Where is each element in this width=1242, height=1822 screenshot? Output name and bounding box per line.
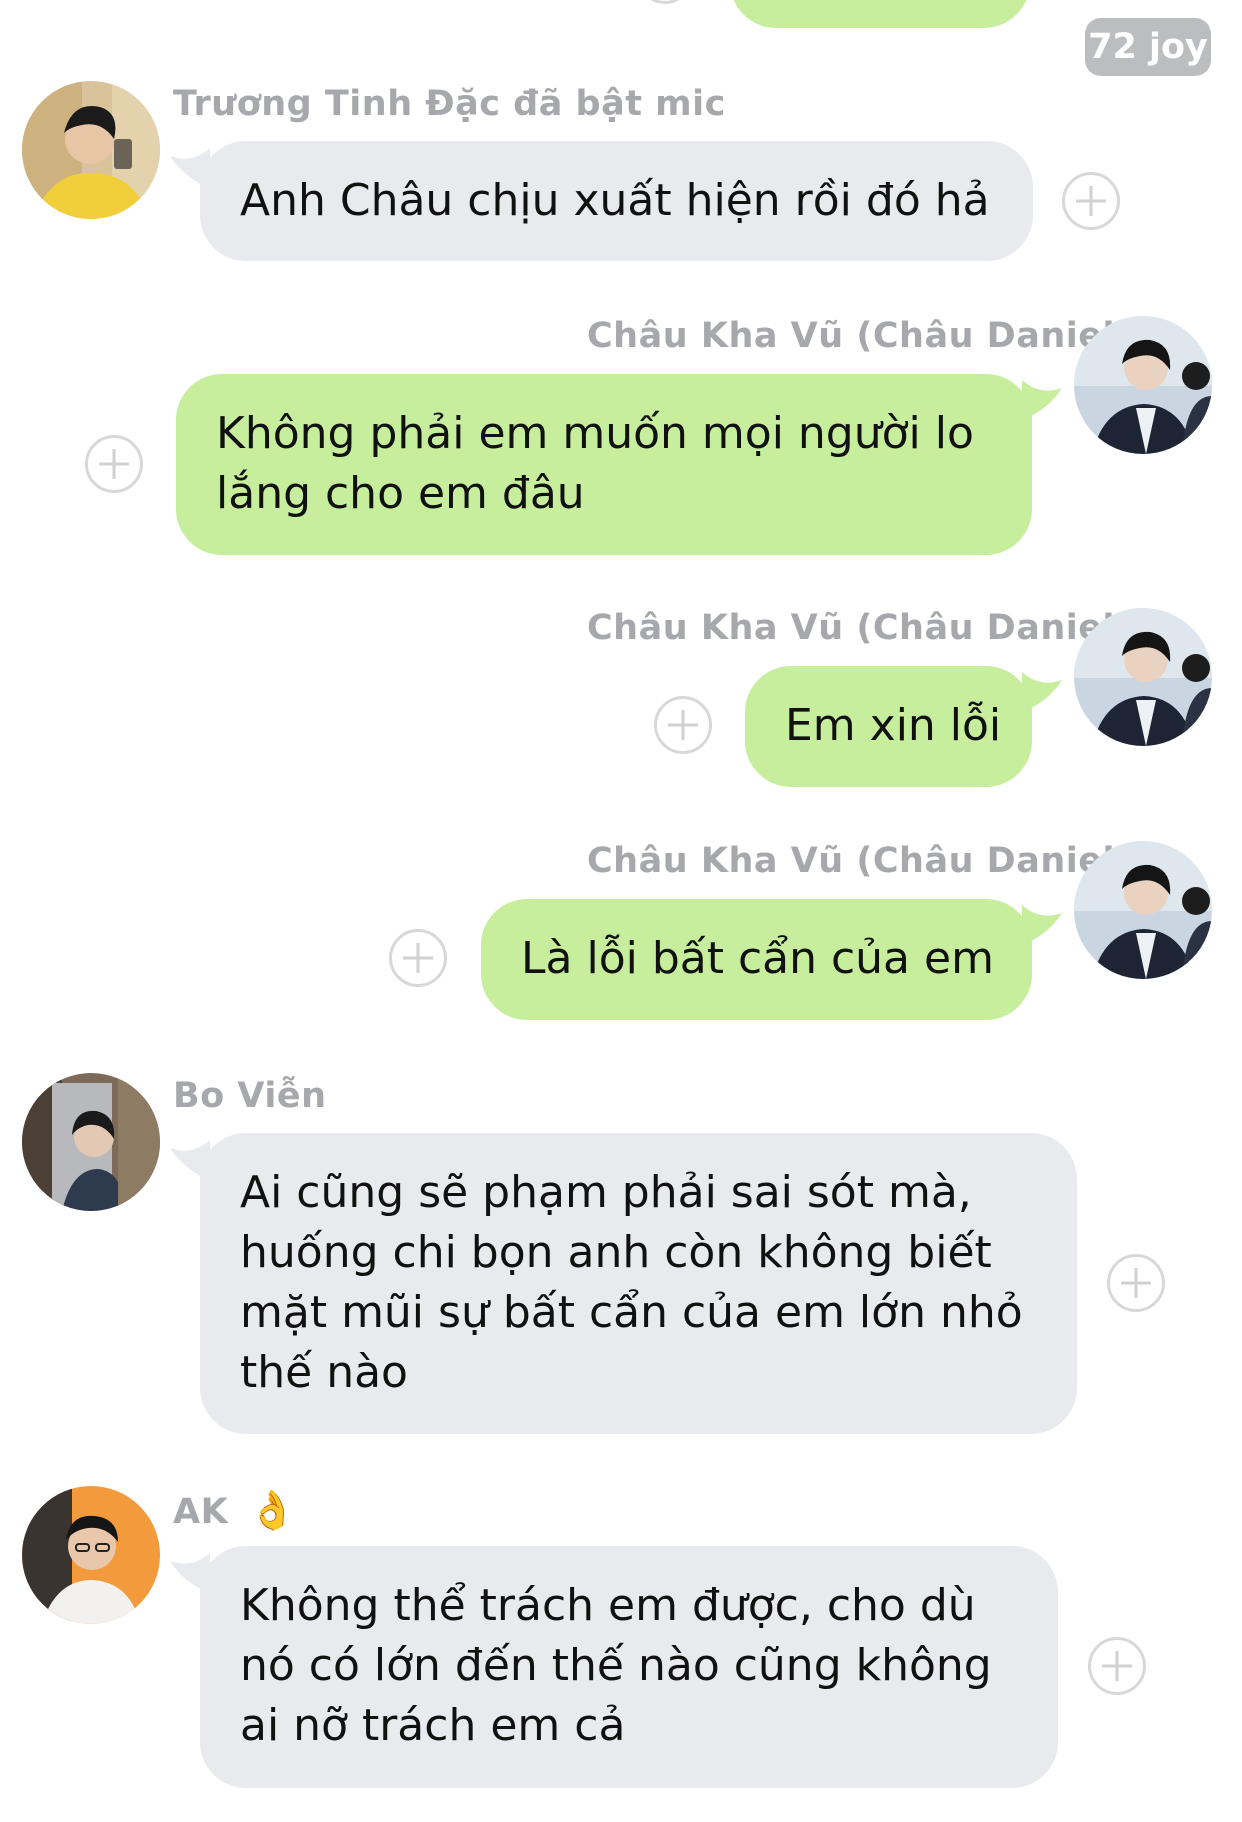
avatar-truong-tinh-dac[interactable] bbox=[22, 81, 160, 219]
message-text: Không phải em muốn mọi người lo bbox=[216, 408, 974, 459]
add-reaction-button[interactable] bbox=[85, 435, 143, 493]
message-bubble[interactable]: Anh Châu chịu xuất hiện rồi đó hả bbox=[200, 141, 1033, 261]
sender-name: AK 👌 bbox=[173, 1488, 297, 1533]
message-text: thế nào bbox=[240, 1347, 408, 1398]
add-reaction-button[interactable] bbox=[654, 696, 712, 754]
person-photo-icon bbox=[22, 1073, 160, 1211]
message-bubble[interactable]: Em xin lỗi bbox=[745, 666, 1032, 787]
avatar-chau-kha-vu[interactable] bbox=[1074, 841, 1212, 979]
person-photo-icon bbox=[1074, 841, 1212, 979]
sender-name: Châu Kha Vũ (Châu Daniel) bbox=[587, 841, 1132, 881]
message-text: lắng cho em đâu bbox=[216, 468, 585, 519]
avatar-chau-kha-vu[interactable] bbox=[1074, 608, 1212, 746]
sender-name: Châu Kha Vũ (Châu Daniel) bbox=[587, 608, 1132, 648]
add-reaction-button[interactable] bbox=[1107, 1254, 1165, 1312]
sender-name: Châu Kha Vũ (Châu Daniel) bbox=[587, 316, 1132, 356]
ok-hand-emoji: 👌 bbox=[248, 1488, 297, 1532]
read-count-badge: 72 joy bbox=[1085, 18, 1211, 76]
message-text: Ai cũng sẽ phạm phải sai sót mà, bbox=[240, 1167, 972, 1218]
message-bubble[interactable]: Không phải em muốn mọi người lo lắng cho… bbox=[176, 374, 1032, 555]
add-reaction-button[interactable] bbox=[1088, 1637, 1146, 1695]
person-photo-icon bbox=[1074, 608, 1212, 746]
avatar-chau-kha-vu[interactable] bbox=[1074, 316, 1212, 454]
add-reaction-button[interactable] bbox=[1062, 172, 1120, 230]
previous-bubble-partial bbox=[730, 0, 1030, 28]
message-bubble[interactable]: Ai cũng sẽ phạm phải sai sót mà, huống c… bbox=[200, 1133, 1077, 1434]
sender-name: Trương Tinh Đặc đã bật mic bbox=[173, 84, 726, 124]
previous-plus-partial bbox=[640, 0, 690, 4]
message-text: nó có lớn đến thế nào cũng không bbox=[240, 1640, 992, 1691]
sender-name: Bo Viễn bbox=[173, 1076, 327, 1116]
message-text: huống chi bọn anh còn không biết bbox=[240, 1227, 992, 1278]
message-text: ai nỡ trách em cả bbox=[240, 1700, 626, 1751]
person-photo-icon bbox=[22, 81, 160, 219]
sender-name-text: AK bbox=[173, 1492, 229, 1532]
person-photo-icon bbox=[22, 1486, 160, 1624]
message-text: Là lỗi bất cẩn của em bbox=[521, 933, 994, 984]
message-text: mặt mũi sự bất cẩn của em lớn nhỏ bbox=[240, 1287, 1023, 1338]
message-bubble[interactable]: Là lỗi bất cẩn của em bbox=[481, 899, 1032, 1020]
message-text: Em xin lỗi bbox=[785, 700, 1002, 751]
message-text: Không thể trách em được, cho dù bbox=[240, 1580, 976, 1631]
avatar-bo-vien[interactable] bbox=[22, 1073, 160, 1211]
message-text: Anh Châu chịu xuất hiện rồi đó hả bbox=[240, 175, 990, 226]
avatar-ak[interactable] bbox=[22, 1486, 160, 1624]
add-reaction-button[interactable] bbox=[389, 929, 447, 987]
message-bubble[interactable]: Không thể trách em được, cho dù nó có lớ… bbox=[200, 1546, 1058, 1788]
person-photo-icon bbox=[1074, 316, 1212, 454]
